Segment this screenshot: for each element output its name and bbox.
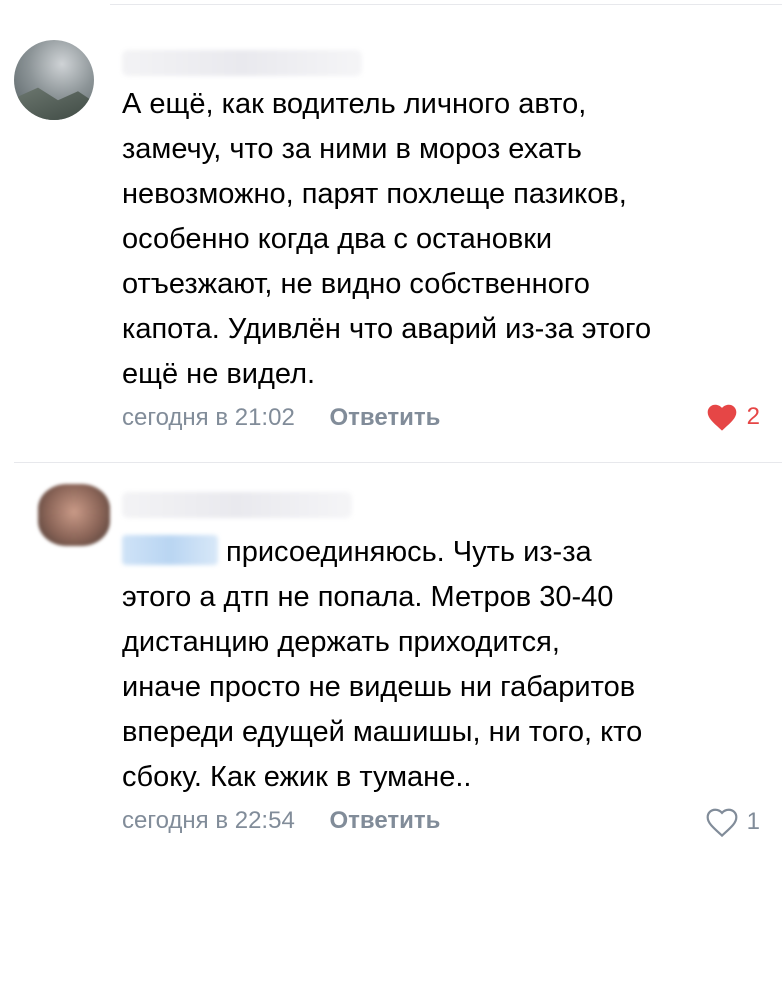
reply-button[interactable]: Ответить bbox=[329, 404, 440, 432]
like-button[interactable]: 2 bbox=[705, 402, 760, 432]
comment-divider bbox=[14, 462, 782, 463]
heart-outline-icon bbox=[706, 808, 738, 837]
comment-text-body: присоединяюсь. Чуть из-за этого а дтп не… bbox=[122, 536, 643, 793]
author-name-redacted[interactable] bbox=[122, 50, 362, 76]
comment-time[interactable]: сегодня в 21:02 bbox=[122, 404, 295, 432]
comment-text: присоединяюсь. Чуть из-за этого а дтп не… bbox=[122, 530, 772, 800]
top-divider bbox=[110, 4, 782, 5]
heart-filled-icon bbox=[707, 404, 736, 431]
like-count: 1 bbox=[746, 808, 760, 835]
like-count: 2 bbox=[746, 403, 760, 430]
avatar[interactable] bbox=[38, 484, 110, 546]
author-name-redacted[interactable] bbox=[122, 492, 352, 518]
comment-meta: сегодня в 22:54 Ответить bbox=[122, 807, 440, 837]
comment-text: А ещё, как водитель личного авто, замечу… bbox=[122, 88, 652, 390]
comment-meta: сегодня в 21:02 Ответить bbox=[122, 404, 440, 434]
reply-button[interactable]: Ответить bbox=[329, 807, 440, 835]
avatar[interactable] bbox=[14, 40, 94, 120]
like-button[interactable]: 1 bbox=[705, 807, 760, 837]
avatar-landscape bbox=[14, 87, 94, 120]
comment-time[interactable]: сегодня в 22:54 bbox=[122, 807, 295, 835]
mention-redacted[interactable] bbox=[122, 535, 218, 565]
